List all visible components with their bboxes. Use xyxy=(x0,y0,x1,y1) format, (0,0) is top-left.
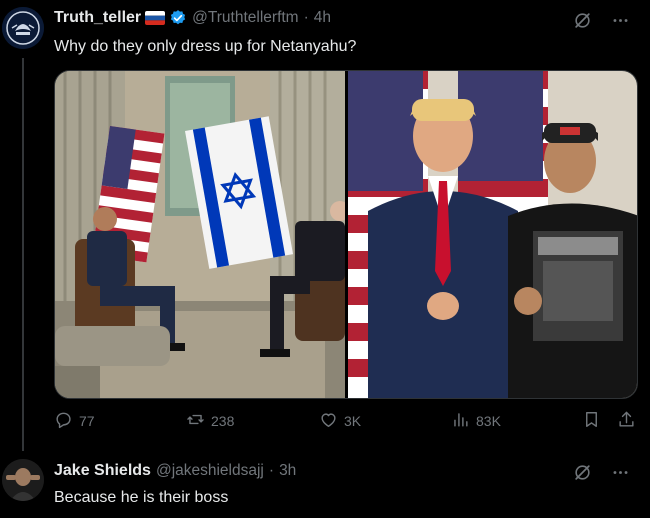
reply-button[interactable]: 77 xyxy=(54,410,95,432)
thread-line xyxy=(22,58,24,451)
reply-author-handle[interactable]: @jakeshieldsajj xyxy=(156,462,264,480)
reply-top-icons xyxy=(572,462,630,482)
tweet-actions: 77 238 3K 83K xyxy=(54,410,638,438)
separator-dot: · xyxy=(303,9,309,26)
like-button[interactable]: 3K xyxy=(319,410,361,432)
more-icon[interactable] xyxy=(610,10,630,30)
timestamp[interactable]: 4h xyxy=(314,9,331,27)
tweet-header: Truth_teller @Truthtellerftm · 4h xyxy=(54,9,331,27)
media-photo-posing[interactable] xyxy=(348,71,637,398)
reply-text: Because he is their boss xyxy=(54,489,229,506)
grok-icon[interactable] xyxy=(572,10,592,30)
avatar[interactable] xyxy=(2,7,44,49)
reply-timestamp[interactable]: 3h xyxy=(279,462,296,480)
grok-icon[interactable] xyxy=(572,462,592,482)
bookmark-button[interactable] xyxy=(582,410,601,432)
bookmark-icon xyxy=(582,410,601,432)
views-count: 83K xyxy=(476,413,501,429)
russia-flag-icon xyxy=(145,11,166,25)
tweet-top-icons xyxy=(572,10,630,30)
reply-count: 77 xyxy=(79,413,95,429)
like-count: 3K xyxy=(344,413,362,429)
reply-separator-dot: · xyxy=(268,462,275,479)
views-button[interactable]: 83K xyxy=(451,410,501,432)
reply-avatar[interactable] xyxy=(2,459,44,501)
share-icon xyxy=(617,410,636,432)
retweet-icon xyxy=(186,410,205,432)
tweet-text: Why do they only dress up for Netanyahu? xyxy=(54,38,357,55)
author-handle[interactable]: @Truthtellerftm xyxy=(192,9,298,27)
retweet-count: 238 xyxy=(211,413,235,429)
media-photo-meeting[interactable] xyxy=(55,71,350,398)
reply-header: Jake Shields @jakeshieldsajj · 3h xyxy=(54,462,296,480)
reply-icon xyxy=(54,410,73,432)
tweet-media[interactable] xyxy=(54,70,638,399)
verified-badge-icon[interactable] xyxy=(169,9,187,27)
views-icon xyxy=(451,410,470,432)
share-button[interactable] xyxy=(617,410,636,432)
more-icon[interactable] xyxy=(610,462,630,482)
reply-author-name[interactable]: Jake Shields xyxy=(54,462,151,480)
retweet-button[interactable]: 238 xyxy=(186,410,234,432)
author-name[interactable]: Truth_teller xyxy=(54,9,141,27)
like-icon xyxy=(319,410,338,432)
